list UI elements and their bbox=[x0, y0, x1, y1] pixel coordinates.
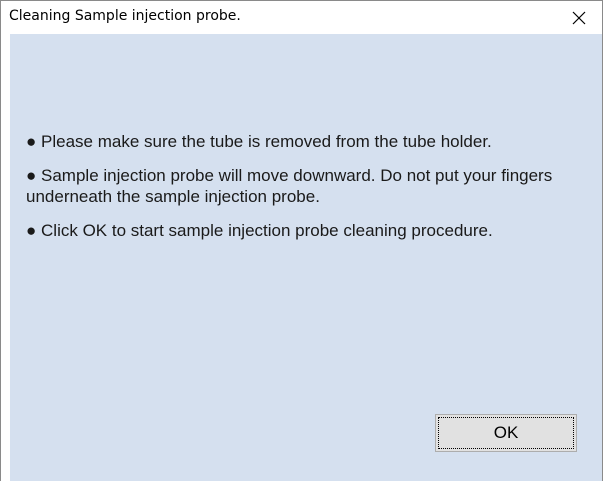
message-item: ● Please make sure the tube is removed f… bbox=[26, 131, 586, 152]
title-bar[interactable]: Cleaning Sample injection probe. bbox=[1, 0, 602, 34]
dialog-title: Cleaning Sample injection probe. bbox=[9, 8, 241, 24]
bullet-icon: ● bbox=[26, 221, 37, 240]
bullet-icon: ● bbox=[26, 132, 37, 151]
message-text: Please make sure the tube is removed fro… bbox=[41, 132, 492, 151]
message-item: ● Sample injection probe will move downw… bbox=[26, 165, 586, 207]
close-icon bbox=[572, 11, 586, 25]
dialog-body: ● Please make sure the tube is removed f… bbox=[10, 34, 602, 481]
dialog-window: Cleaning Sample injection probe. ● Pleas… bbox=[0, 0, 603, 481]
ok-button[interactable]: OK bbox=[435, 414, 577, 452]
bullet-icon: ● bbox=[26, 166, 37, 185]
ok-button-label: OK bbox=[493, 423, 519, 442]
close-button[interactable] bbox=[556, 1, 602, 34]
message-item: ● Click OK to start sample injection pro… bbox=[26, 220, 586, 241]
message-text: Sample injection probe will move downwar… bbox=[26, 166, 553, 206]
message-text: Click OK to start sample injection probe… bbox=[41, 221, 493, 240]
message-list: ● Please make sure the tube is removed f… bbox=[26, 131, 586, 254]
